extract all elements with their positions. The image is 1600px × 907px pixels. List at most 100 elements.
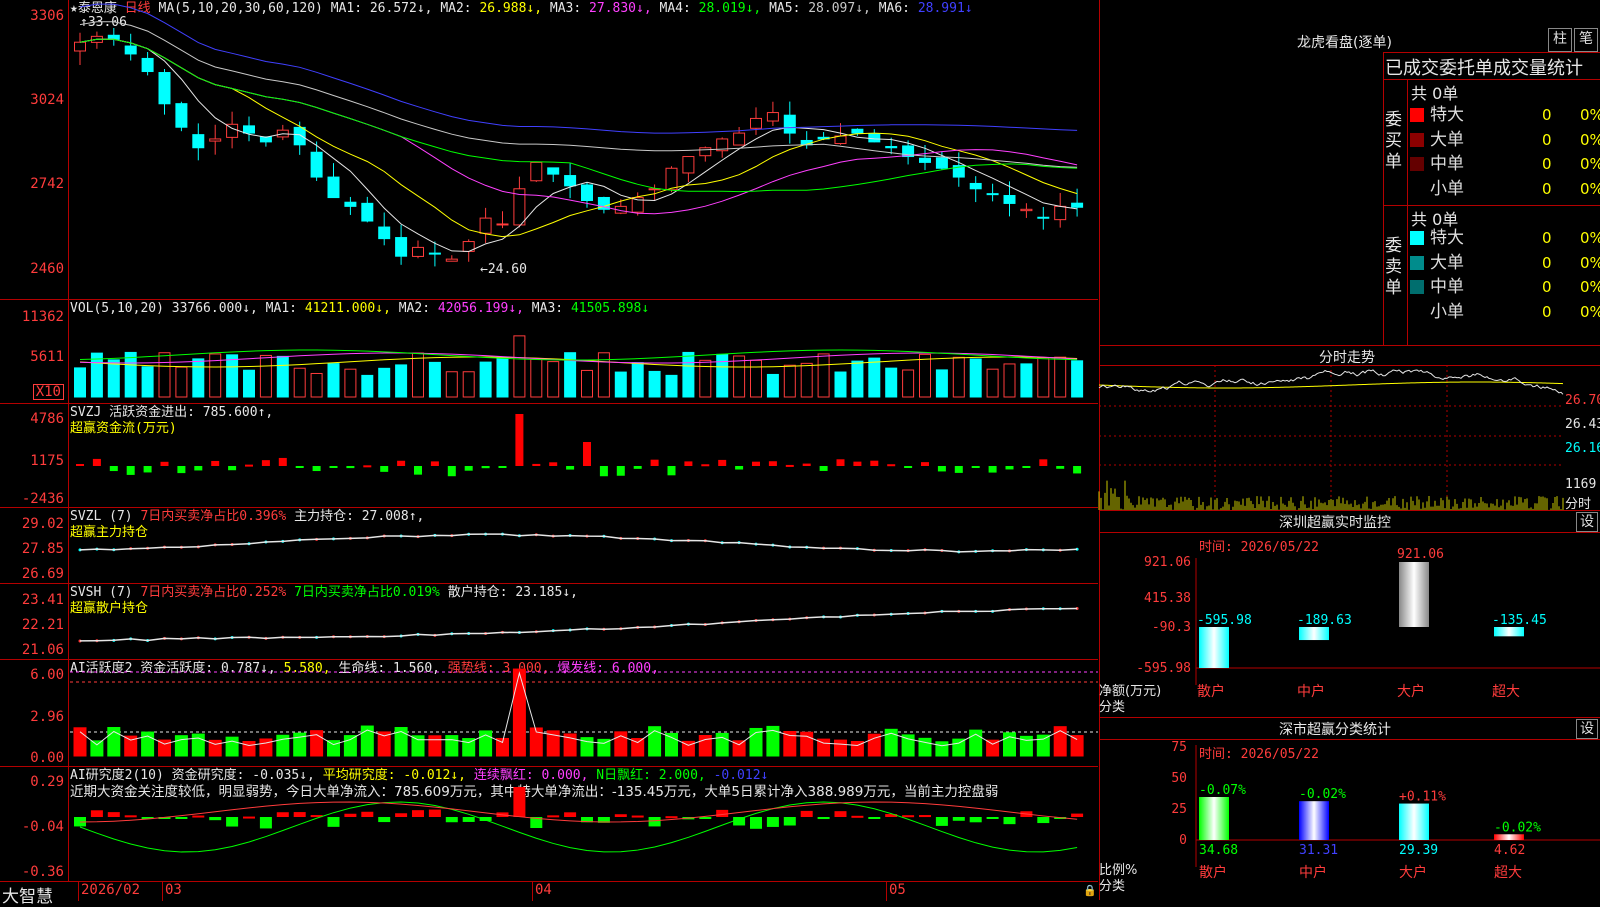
research-bar [834, 811, 847, 817]
candle [327, 176, 340, 199]
swatch-icon [1410, 132, 1424, 147]
candle [919, 157, 931, 163]
ai-activity-panel[interactable]: 6.00 2.96 0.00 AI活跃度2 资金活跃度: 0.787↓, 5.5… [0, 660, 1098, 767]
volume-bar [935, 369, 948, 398]
category-label: 散户 [1197, 683, 1225, 700]
volume-bar [445, 371, 458, 398]
category-label: 散户 [1199, 864, 1227, 881]
volume-bar [581, 369, 593, 398]
activity-bar [665, 732, 678, 757]
flow-bar [735, 466, 744, 470]
swatch-icon [1410, 181, 1424, 196]
candle [310, 151, 323, 178]
activity-bar [174, 735, 188, 757]
intraday-y-label: 26.70 [1565, 393, 1600, 408]
row-count: 0 [1542, 130, 1552, 149]
flow-bar [988, 466, 997, 473]
research-bar [293, 812, 306, 817]
volume-bar [1054, 356, 1067, 398]
volume-bar [986, 368, 999, 398]
sz-class-panel[interactable]: 深市超赢分类统计 设 时间: 2026/05/22 比例% 分类 75 50 25 0… [1099, 717, 1600, 900]
activity-bar [1036, 734, 1050, 757]
flow-bar [937, 466, 946, 472]
activity-bar [715, 732, 729, 757]
flow-bar [447, 466, 456, 477]
volume-bar [766, 373, 779, 398]
research-bar [919, 815, 931, 818]
flow-bar [1005, 466, 1014, 470]
flow-bar [211, 460, 220, 466]
volume-bar [462, 371, 475, 398]
volume-bar [750, 359, 762, 398]
volume-bar [175, 366, 188, 398]
row-label: 特大 [1430, 228, 1464, 248]
class-bar [1399, 803, 1429, 840]
candle [158, 72, 171, 105]
svsh-panel[interactable]: 23.41 22.21 21.06 SVSH (7) 7日内买卖净占比0.252… [0, 584, 1098, 660]
swatch-icon [1410, 255, 1424, 270]
lhb-row: 中单 0 0% [1410, 152, 1600, 176]
volume-bar [547, 361, 560, 398]
svzj-panel[interactable]: 4786 1175 -2436 SVZJ 活跃资金进出: 785.600↑, 超… [0, 404, 1098, 508]
activity-bar [952, 738, 966, 757]
research-bar [226, 817, 239, 827]
sz-monitor-panel[interactable]: 深圳超赢实时监控 设 时间: 2026/05/22 净额(万元) 分类 921.… [1099, 510, 1600, 718]
flow-bar [194, 466, 203, 471]
ma-line [79, 38, 1078, 193]
lock-icon[interactable]: 🔒 [1083, 884, 1097, 897]
volume-bar [902, 369, 915, 398]
buy-side-label: 委买单 [1385, 110, 1402, 172]
intraday-panel[interactable]: 分时走势 26.70 26.43 26.16 1169 分时 [1098, 345, 1600, 512]
candle [665, 167, 678, 191]
activity-bar [1070, 735, 1084, 757]
flow-bar [650, 459, 659, 466]
research-bar [175, 817, 188, 819]
research-bar [648, 817, 661, 827]
volume-bar [1003, 363, 1016, 398]
ai-research-panel[interactable]: 0.29 -0.04 -0.36 AI研究度2(10) 资金研究度: -0.03… [0, 767, 1098, 881]
activity-bar [1003, 732, 1016, 757]
swatch-icon [1410, 157, 1424, 171]
volume-bar [682, 351, 695, 398]
candle [885, 146, 898, 149]
research-bar [716, 809, 729, 817]
research-bar [378, 817, 391, 823]
volume-bar [74, 367, 86, 398]
bar-mode-button[interactable]: 柱 [1548, 28, 1572, 52]
research-bar [445, 817, 458, 823]
volume-bar [530, 358, 543, 398]
tick-mode-button[interactable]: 笔 [1574, 28, 1598, 52]
flow-bar [819, 466, 828, 471]
svzl-panel[interactable]: 29.02 27.85 26.69 SVZL (7) 7日内买卖净占比0.396… [0, 508, 1098, 584]
volume-bar [648, 370, 661, 398]
activity-bar [512, 668, 526, 757]
candle [868, 133, 881, 143]
swatch-icon [1410, 280, 1424, 294]
intraday-chart [1098, 365, 1564, 510]
research-bar [766, 817, 779, 827]
row-count: 0 [1542, 155, 1552, 173]
flow-bar [312, 466, 321, 472]
kline-panel[interactable]: 3306 3024 2742 2460 ★泰恩康 日线 MA(5,10,20,3… [0, 0, 1098, 300]
monitor-bar [1299, 627, 1329, 641]
category-label: 大户 [1399, 864, 1427, 881]
volume-bar [885, 367, 898, 398]
row-count: 0 [1542, 106, 1552, 124]
candle [378, 226, 391, 240]
flow-bar [752, 461, 760, 466]
y-tick-label: -90.3 [1152, 620, 1191, 635]
candle [412, 246, 424, 257]
research-bar [428, 809, 441, 817]
kline-chart [74, 3, 1084, 267]
vol-panel[interactable]: 11362 5611 X10 VOL(5,10,20) 33766.000↓, … [0, 300, 1098, 404]
candle [682, 156, 695, 174]
research-bar [90, 810, 103, 817]
bar-value-label: -189.63 [1297, 613, 1352, 628]
flow-bar [481, 466, 490, 469]
volume-bar [192, 358, 205, 398]
candle [750, 117, 762, 129]
activity-line [79, 671, 1078, 747]
flow-bar [718, 459, 727, 466]
candle [428, 252, 441, 255]
candle [479, 217, 492, 234]
